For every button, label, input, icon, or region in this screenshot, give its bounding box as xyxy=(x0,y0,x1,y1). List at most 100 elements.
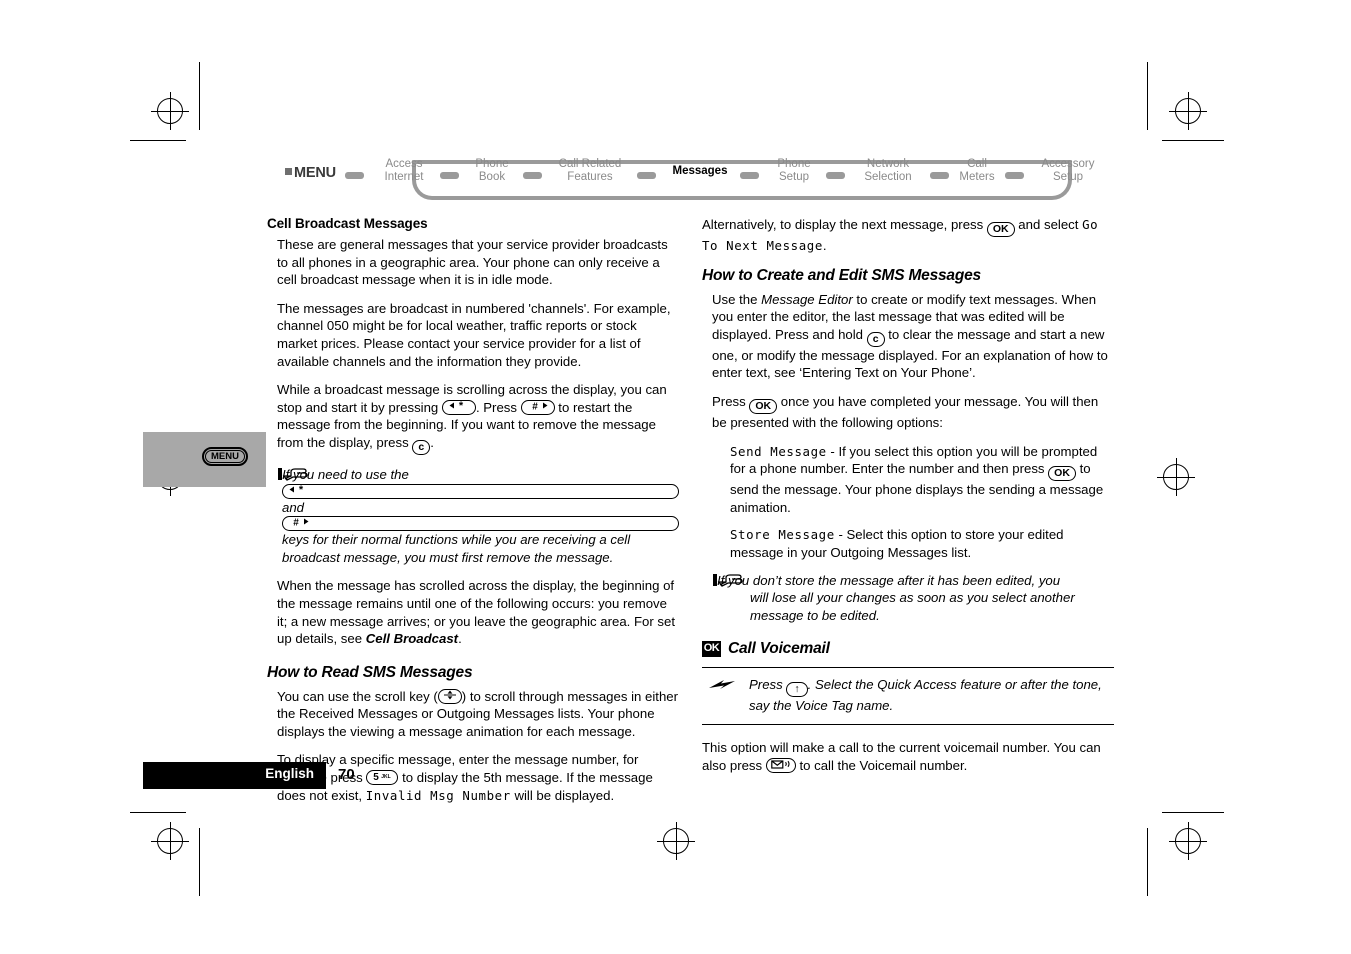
nav-item-phone-book[interactable]: Phone Book xyxy=(465,158,519,183)
text-remains-end: . xyxy=(458,631,462,647)
nav-item-label-phone-book-line1: Phone xyxy=(475,158,509,170)
svg-text:#: # xyxy=(532,401,538,410)
heading-call-voicemail-row: OK Call Voicemail xyxy=(702,640,1114,658)
paragraph-numbered-channels: The messages are broadcast in numbered '… xyxy=(277,300,671,369)
text-scrollkey-a: You can use the scroll key ( xyxy=(277,688,438,704)
nav-item-access-internet[interactable]: Access Internet xyxy=(373,158,435,183)
text-pressok-a: Press xyxy=(712,393,750,409)
star-key-icon-note: * xyxy=(282,483,679,499)
nav-item-label-phone-setup-line1: Phone xyxy=(777,158,811,170)
footer-language-label: English xyxy=(265,766,314,781)
quick-access-text: Press ↑. Select the Quick Access feature… xyxy=(702,676,1114,715)
paragraph-voicemail-call: This option will make a call to the curr… xyxy=(702,739,1114,774)
svg-text:*: * xyxy=(459,401,464,410)
svg-text:JKL: JKL xyxy=(382,774,391,780)
nav-item-label-messages: Messages xyxy=(672,165,728,177)
menu-key-label: MENU xyxy=(211,451,239,462)
note-store-text: If you don’t store the message after it … xyxy=(717,572,1114,625)
nav-item-accessory-setup[interactable]: Accessory Setup xyxy=(1029,158,1107,183)
registration-target-top-left xyxy=(151,92,189,130)
ok-key-label-3: OK xyxy=(1054,467,1070,480)
svg-text:#: # xyxy=(293,518,299,527)
menu-side-tab: MENU xyxy=(143,432,266,487)
footer-language-bar: English xyxy=(143,762,326,789)
note-store-line-2: will lose all your changes as soon as yo… xyxy=(750,590,1075,623)
ok-key-icon-2: OK xyxy=(749,398,778,414)
clear-key-icon-2: c xyxy=(866,331,885,347)
nav-item-label-call-related-line2: Features xyxy=(567,170,613,183)
reference-cell-broadcast: Cell Broadcast xyxy=(365,631,459,647)
nav-item-label-network-line1: Network xyxy=(866,158,910,170)
crop-mark-bottom-right-horizontal xyxy=(1162,812,1224,813)
nav-dash-2 xyxy=(523,172,542,179)
voicemail-key-icon xyxy=(765,757,796,773)
paragraph-display-specific-message: To display a specific message, enter the… xyxy=(267,751,679,804)
registration-target-right-middle xyxy=(1157,458,1195,496)
nav-dash-7 xyxy=(1005,172,1024,179)
option-store-message: Store Message - Select this option to st… xyxy=(702,526,1114,561)
text-next-a: Alternatively, to display the next messa… xyxy=(702,217,987,232)
lightning-bolt-icon xyxy=(708,678,736,697)
nav-item-call-meters[interactable]: Call Meters xyxy=(953,158,1001,183)
registration-target-top-right xyxy=(1169,92,1207,130)
nav-dash-6 xyxy=(930,172,949,179)
star-key-icon: * xyxy=(441,399,476,415)
nav-item-label-accessory-line1: Accessory xyxy=(1041,158,1095,170)
term-message-editor: Message Editor xyxy=(761,291,853,307)
note-text-b: and xyxy=(282,499,305,515)
crop-mark-bottom-left-vertical xyxy=(199,828,200,896)
quick-access-box: Press ↑. Select the Quick Access feature… xyxy=(702,667,1114,725)
clear-key-label-2: c xyxy=(872,332,879,345)
menu-navigation-bar: MENU Access Internet Phone Book Call Rel… xyxy=(285,152,1095,202)
option-send-message: Send Message - If you select this option… xyxy=(702,443,1114,517)
lcd-store-message: Store Message xyxy=(730,527,835,543)
nav-item-call-related-features[interactable]: Call Related Features xyxy=(547,158,633,183)
registration-target-bottom-center xyxy=(657,822,695,860)
crop-mark-top-left-horizontal xyxy=(130,140,186,141)
heading-how-to-create-and-edit-sms-messages: How to Create and Edit SMS Messages xyxy=(702,266,981,284)
nav-item-phone-setup[interactable]: Phone Setup xyxy=(767,158,821,183)
nav-dash-0 xyxy=(345,172,364,179)
nav-dash-1 xyxy=(440,172,459,179)
note-text-c: keys for their normal functions while yo… xyxy=(282,532,631,565)
paragraph-cell-broadcast-intro: These are general messages that your ser… xyxy=(277,237,668,288)
nav-item-label-access-internet-line2: Internet xyxy=(384,170,424,183)
text-qa-a: Press xyxy=(749,677,787,693)
lcd-invalid-msg-number: Invalid Msg Number xyxy=(365,787,511,803)
ok-badge-icon: OK xyxy=(702,641,721,658)
ok-key-icon-3: OK xyxy=(1048,466,1076,482)
text-vm-b: to call the Voicemail number. xyxy=(795,757,968,773)
nav-item-label-call-meters-line2: Meters xyxy=(959,170,995,183)
nav-menu-text: MENU xyxy=(294,165,336,181)
heading-how-to-read-sms-messages: How to Read SMS Messages xyxy=(267,663,473,681)
hash-key-icon: # xyxy=(520,399,555,415)
crop-mark-bottom-right-vertical xyxy=(1147,828,1148,896)
nav-dash-4 xyxy=(740,172,759,179)
note-star-hash-text: If you need to use the * and # keys for … xyxy=(282,466,679,566)
nav-item-messages[interactable]: Messages xyxy=(665,165,735,178)
nav-item-label-phone-book-line2: Book xyxy=(478,170,506,183)
nav-item-label-call-meters-line1: Call xyxy=(967,158,987,170)
nav-menu-bullet xyxy=(285,168,292,175)
paragraph-scrolled-message-remains: When the message has scrolled across the… xyxy=(267,577,679,647)
up-arrow-key-label: ↑ xyxy=(794,683,800,696)
text-next-b: and select xyxy=(1014,217,1083,232)
left-column: Cell Broadcast Messages These are genera… xyxy=(267,216,679,815)
crop-mark-top-left-vertical xyxy=(199,62,200,130)
crop-mark-bottom-left-horizontal xyxy=(130,812,186,813)
heading-call-voicemail: Call Voicemail xyxy=(728,640,830,658)
note-line-1: If you need to use the * and # keys for … xyxy=(282,466,679,566)
note-store-line-1: If you don’t store the message after it … xyxy=(717,572,1061,588)
text-scroll-d: . xyxy=(430,434,434,450)
lcd-send-message: Send Message xyxy=(730,443,827,459)
ok-key-label-2: OK xyxy=(755,399,772,412)
nav-item-label-call-related-line1: Call Related xyxy=(558,158,622,170)
heading-cell-broadcast-messages: Cell Broadcast Messages xyxy=(267,216,428,231)
paragraph-go-to-next-message: Alternatively, to display the next messa… xyxy=(702,216,1114,255)
crop-mark-top-right-horizontal xyxy=(1162,140,1224,141)
clear-key-icon: c xyxy=(412,439,431,455)
text-scroll-b: . Press xyxy=(475,399,521,415)
footer-page-number: 70 xyxy=(338,766,355,783)
nav-item-label-network-line2: Selection xyxy=(864,170,912,183)
nav-item-network-selection[interactable]: Network Selection xyxy=(851,158,925,183)
